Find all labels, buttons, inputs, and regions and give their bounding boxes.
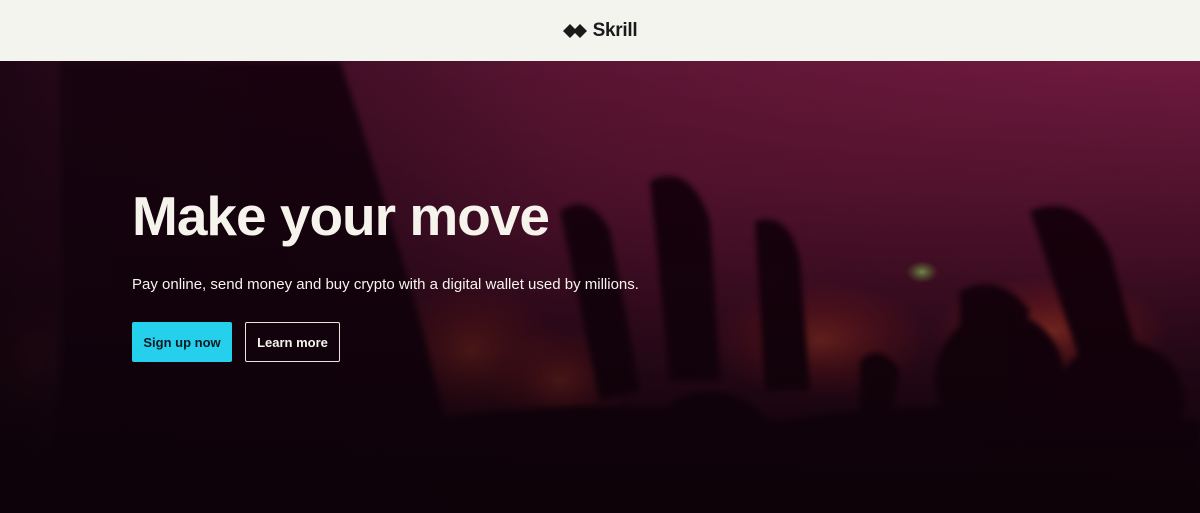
site-header: Skrill — [0, 0, 1200, 61]
hero-section: Make your move Pay online, send money an… — [0, 61, 1200, 513]
hero-actions: Sign up now Learn more — [132, 322, 832, 362]
learn-more-button[interactable]: Learn more — [245, 322, 340, 362]
skrill-diamonds-icon — [562, 23, 587, 38]
hero-title: Make your move — [132, 185, 550, 247]
sign-up-button[interactable]: Sign up now — [132, 322, 232, 362]
brand-name: Skrill — [592, 19, 638, 41]
page: Skrill Make your move Pay online, send m… — [0, 0, 1200, 513]
hero-content: Make your move Pay online, send money an… — [132, 185, 832, 362]
hero-subtitle: Pay online, send money and buy crypto wi… — [132, 276, 639, 293]
skrill-logo[interactable]: Skrill — [562, 19, 638, 42]
